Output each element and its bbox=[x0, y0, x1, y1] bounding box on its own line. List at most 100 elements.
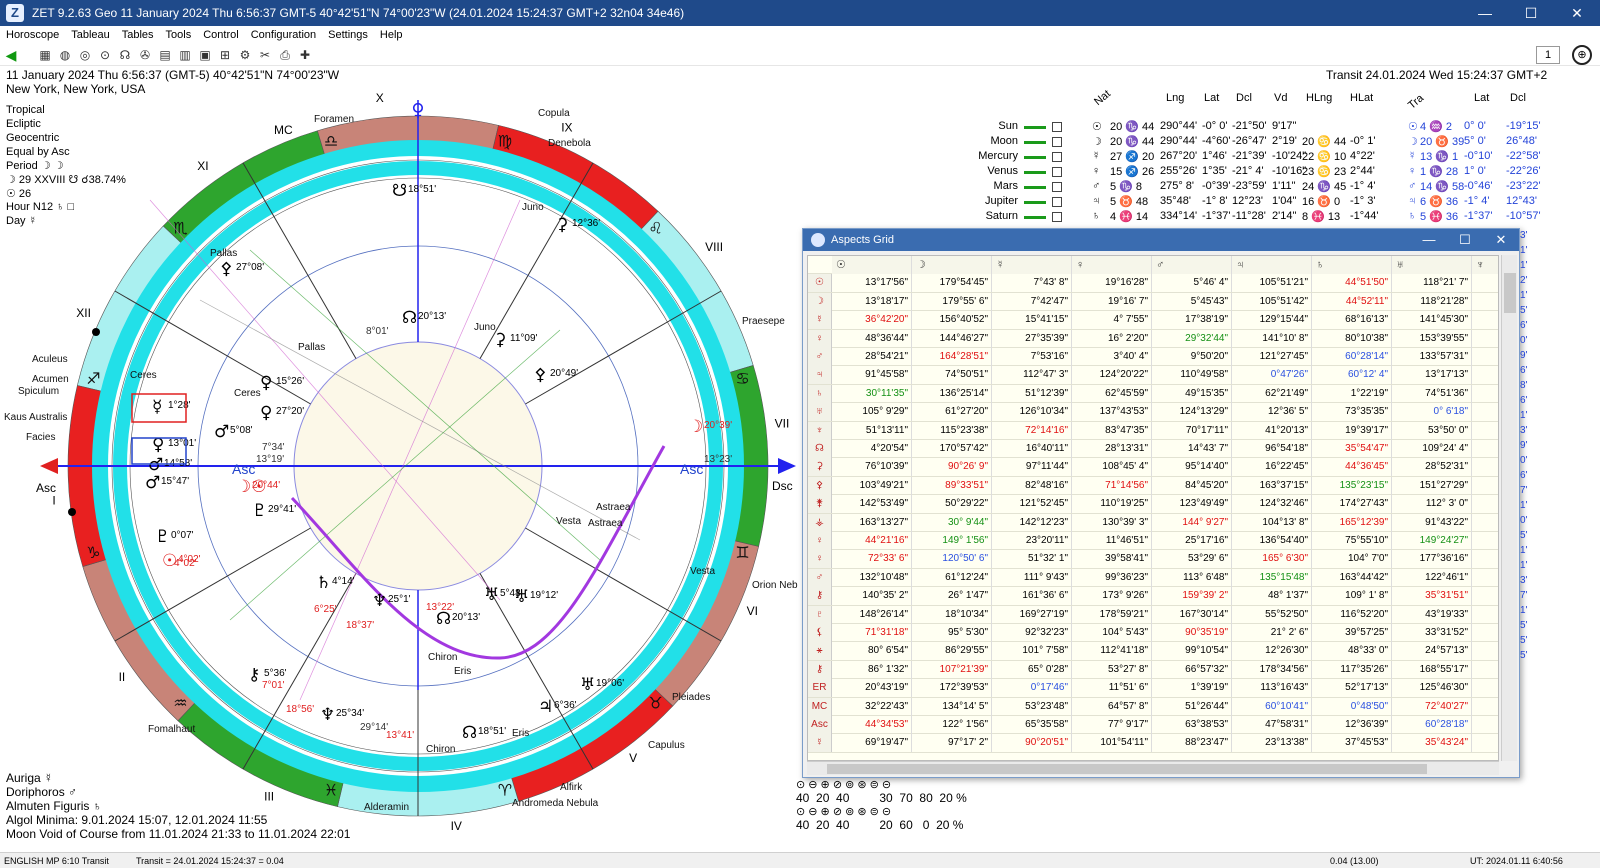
grid-icon[interactable]: ▦ bbox=[36, 46, 54, 64]
aspects-cell[interactable]: 136°54'40" bbox=[1232, 532, 1312, 550]
aspects-cell[interactable]: 141°45'30" bbox=[1392, 311, 1472, 330]
scroll-thumb[interactable] bbox=[1504, 273, 1516, 313]
aspects-cell[interactable] bbox=[1472, 293, 1498, 311]
aspects-cell[interactable]: 121°52'45" bbox=[992, 495, 1072, 514]
aspects-row[interactable]: ♀ 72°33' 6" 120°50' 6" 51°32' 1" 39°58'41" 53… bbox=[808, 550, 1498, 569]
aspects-cell[interactable]: 52°17'13" bbox=[1312, 679, 1392, 698]
planet-row[interactable]: Saturn ♄ 4 ♓ 14 334°14' -1°37' -11°28' 2'14" 8 … bbox=[960, 210, 1600, 225]
aspects-cell[interactable]: 110°19'25" bbox=[1072, 495, 1152, 514]
aspects-row[interactable]: ⚹ 80° 6'54" 86°29'55" 101° 7'58" 112°41'18" 9… bbox=[808, 642, 1498, 661]
aspects-col-header[interactable]: ♀ bbox=[1072, 256, 1152, 274]
aspects-cell[interactable]: 125°46'30" bbox=[1392, 679, 1472, 698]
aspects-cell[interactable]: 91°45'58" bbox=[832, 366, 912, 385]
aspects-cell[interactable]: 165° 6'30" bbox=[1232, 550, 1312, 569]
aspects-cell[interactable]: 48° 1'37" bbox=[1232, 587, 1312, 606]
aspects-cell[interactable]: 53°27' 8" bbox=[1072, 660, 1152, 679]
aspects-cell[interactable]: 95° 5'30" bbox=[912, 624, 992, 642]
aspects-cell[interactable]: 11°46'51" bbox=[1072, 532, 1152, 550]
aspects-cell[interactable]: 151°27'29" bbox=[1392, 476, 1472, 495]
aspects-cell[interactable]: 111° 9'43" bbox=[992, 568, 1072, 587]
aspects-cell[interactable]: 178°59'21" bbox=[1072, 605, 1152, 624]
tools-icon[interactable]: ✂ bbox=[256, 46, 274, 64]
aspects-row[interactable]: ⚶ 163°13'27" 30° 9'44" 142°12'23" 130°39' 3"… bbox=[808, 513, 1498, 532]
aspects-cell[interactable]: 86°29'55" bbox=[912, 642, 992, 661]
aspects-cell[interactable]: 178°34'56" bbox=[1232, 660, 1312, 679]
aspects-cell[interactable]: 18°10'34" bbox=[912, 605, 992, 624]
aspects-cell[interactable]: 0° 6'18" bbox=[1392, 403, 1472, 422]
aspects-cell[interactable]: 169°27'19" bbox=[992, 605, 1072, 624]
settings-icon[interactable]: ⚙ bbox=[236, 46, 254, 64]
aspects-cell[interactable]: 48°36'44" bbox=[832, 329, 912, 348]
aspects-cell[interactable]: 71°31'18" bbox=[832, 624, 912, 642]
aspects-cell[interactable]: 142°12'23" bbox=[992, 513, 1072, 532]
aspects-cell[interactable]: 142°53'49" bbox=[832, 495, 912, 514]
aspects-cell[interactable]: 29°32'44" bbox=[1152, 329, 1232, 348]
aspects-close-button[interactable]: ✕ bbox=[1483, 229, 1519, 251]
aspects-cell[interactable]: 82°48'16" bbox=[992, 476, 1072, 495]
menu-configuration[interactable]: Configuration bbox=[245, 29, 322, 41]
aspects-cell[interactable]: 122°46'1" bbox=[1392, 568, 1472, 587]
aspects-cell[interactable]: 23°13'38" bbox=[1232, 734, 1312, 753]
aspects-cell[interactable]: 163°44'42" bbox=[1312, 568, 1392, 587]
aspects-cell[interactable]: 148°26'14" bbox=[832, 605, 912, 624]
aspects-grid-window[interactable]: Aspects Grid — ☐ ✕ ☉ ☽ ☿ ♀ ♂ ♃ ♄ ♅ ♆ ☉ 13°17'56" 17… bbox=[802, 228, 1520, 778]
aspects-cell[interactable]: 70°17'11" bbox=[1152, 421, 1232, 440]
back-arrow-icon[interactable]: ◀ bbox=[2, 46, 20, 64]
aspects-cell[interactable]: 71°14'56" bbox=[1072, 476, 1152, 495]
close-button[interactable]: ✕ bbox=[1554, 0, 1600, 26]
aspects-cell[interactable]: 105° 9'29" bbox=[832, 403, 912, 422]
aspects-cell[interactable]: 174°27'43" bbox=[1312, 495, 1392, 514]
aspects-cell[interactable]: 50°29'22" bbox=[912, 495, 992, 514]
aspects-cell[interactable]: 26° 1'47" bbox=[912, 587, 992, 606]
aspects-cell[interactable] bbox=[1472, 642, 1498, 660]
aspects-cell[interactable]: 65° 0'28" bbox=[992, 660, 1072, 679]
aspects-cell[interactable]: 109°24' 4" bbox=[1392, 440, 1472, 458]
aspects-cell[interactable]: 89°33'51" bbox=[912, 476, 992, 495]
aspects-cell[interactable]: 135°15'48" bbox=[1232, 568, 1312, 587]
aspects-cell[interactable] bbox=[1472, 422, 1498, 440]
aspects-row[interactable]: ⚸ 71°31'18" 95° 5'30" 92°32'23" 104° 5'43" 90… bbox=[808, 624, 1498, 643]
aspects-cell[interactable]: 99°36'23" bbox=[1072, 568, 1152, 587]
aspects-cell[interactable]: 140°35' 2" bbox=[832, 587, 912, 606]
aspects-cell[interactable]: 16° 2'20" bbox=[1072, 329, 1152, 348]
aspects-cell[interactable] bbox=[1472, 624, 1498, 642]
aspects-cell[interactable]: 7°53'16" bbox=[992, 348, 1072, 366]
aspects-cell[interactable] bbox=[1472, 403, 1498, 421]
aspects-col-header[interactable]: ♂ bbox=[1152, 256, 1232, 274]
aspects-row[interactable]: ⚵ 142°53'49" 50°29'22" 121°52'45" 110°19'25"… bbox=[808, 495, 1498, 514]
aspects-cell[interactable]: 122° 1'56" bbox=[912, 716, 992, 734]
aspects-cell[interactable]: 149°24'27" bbox=[1392, 532, 1472, 550]
maximize-button[interactable]: ☐ bbox=[1508, 0, 1554, 26]
aspects-cell[interactable]: 117°35'26" bbox=[1312, 660, 1392, 679]
minimize-button[interactable]: — bbox=[1462, 0, 1508, 26]
aspects-cell[interactable]: 49°15'35" bbox=[1152, 384, 1232, 403]
menu-tableau[interactable]: Tableau bbox=[65, 29, 116, 41]
aspects-col-header[interactable]: ♄ bbox=[1312, 256, 1392, 274]
aspects-cell[interactable]: 62°45'59" bbox=[1072, 384, 1152, 403]
menu-horoscope[interactable]: Horoscope bbox=[0, 29, 65, 41]
aspects-cell[interactable]: 83°47'35" bbox=[1072, 421, 1152, 440]
aspects-cell[interactable] bbox=[1472, 385, 1498, 403]
aspects-cell[interactable]: 123°49'49" bbox=[1152, 495, 1232, 514]
aspects-cell[interactable] bbox=[1472, 661, 1498, 679]
aspects-cell[interactable]: 109° 1' 8" bbox=[1312, 587, 1392, 606]
aspects-cell[interactable]: 118°21' 7" bbox=[1392, 274, 1472, 293]
aspects-cell[interactable]: 124°32'46" bbox=[1232, 495, 1312, 514]
aspects-cell[interactable] bbox=[1472, 606, 1498, 624]
aspects-cell[interactable]: 25°17'16" bbox=[1152, 532, 1232, 550]
planet-checkbox[interactable] bbox=[1052, 137, 1062, 147]
aspects-cell[interactable]: 134°14' 5" bbox=[912, 697, 992, 716]
aspects-cell[interactable]: 51°12'39" bbox=[992, 384, 1072, 403]
aspects-cell[interactable]: 48°33' 0" bbox=[1312, 642, 1392, 661]
aspects-cell[interactable]: 156°40'52" bbox=[912, 311, 992, 330]
aspects-cell[interactable]: 51°13'11" bbox=[832, 421, 912, 440]
aspects-cell[interactable]: 108°45' 4" bbox=[1072, 458, 1152, 477]
aspects-cell[interactable]: 173° 9'26" bbox=[1072, 587, 1152, 606]
aspects-cell[interactable]: 30°11'35" bbox=[832, 384, 912, 403]
aspects-cell[interactable] bbox=[1472, 550, 1498, 568]
aspects-cell[interactable]: 75°55'10" bbox=[1312, 532, 1392, 550]
aspects-cell[interactable]: 0°17'46" bbox=[992, 679, 1072, 698]
aspects-cell[interactable]: 0°47'26" bbox=[1232, 366, 1312, 385]
aspects-cell[interactable]: 104° 7'0" bbox=[1312, 550, 1392, 569]
aspects-cell[interactable]: 19°16'28" bbox=[1072, 274, 1152, 293]
